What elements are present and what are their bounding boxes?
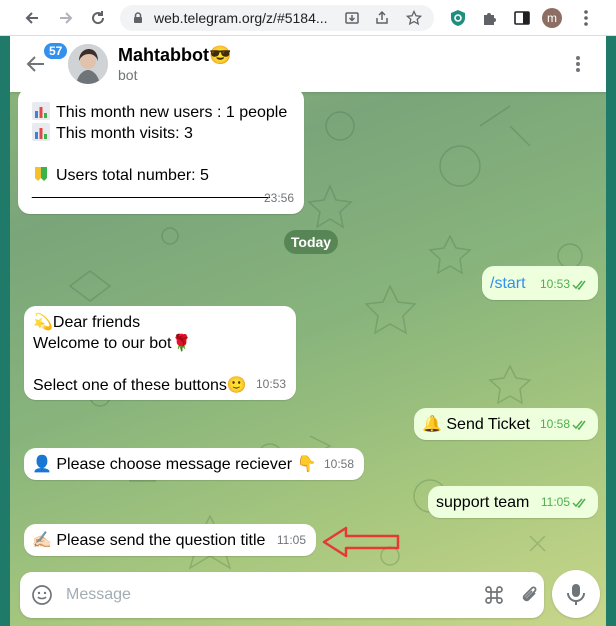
message-bubble-incoming[interactable]: 👤 Please choose message reciever 👇 10:58 <box>24 448 364 480</box>
message-input[interactable] <box>66 584 406 606</box>
message-bubble-outgoing[interactable]: support team 11:05 <box>428 486 598 518</box>
double-check-icon <box>572 280 586 290</box>
unread-badge: 57 <box>42 41 70 61</box>
message-bubble-incoming[interactable]: ✍🏻 Please send the question title 11:05 <box>24 524 316 556</box>
mic-button[interactable] <box>552 570 600 618</box>
message-bubble-incoming[interactable]: This month new users : 1 people This mon… <box>18 88 304 214</box>
message-text: 👤 Please choose message reciever 👇 <box>32 456 317 473</box>
message-time: 11:05 <box>276 533 306 547</box>
message-time: 10:53 <box>255 377 286 391</box>
avatar[interactable]: m <box>542 8 562 28</box>
share-icon[interactable] <box>372 8 392 28</box>
message-time: 11:05 <box>541 492 588 513</box>
double-check-icon <box>572 498 586 508</box>
message-text[interactable]: /start <box>490 273 526 294</box>
message-bubble-outgoing[interactable]: /start 10:53 <box>482 266 598 300</box>
message-text: 💫Dear friends Welcome to our bot🌹 Select… <box>33 314 247 394</box>
telegram-app: 57 Mahtabbot😎 bot This month new users :… <box>10 36 606 626</box>
chat-avatar[interactable] <box>68 44 108 84</box>
chart-icon <box>32 123 50 141</box>
message-text: ✍🏻 Please send the question title <box>32 532 266 549</box>
message-text: 🔔 Send Ticket <box>422 416 530 433</box>
back-arrow-icon[interactable] <box>20 6 44 30</box>
address-bar[interactable]: web.telegram.org/z/#5184... <box>120 5 434 31</box>
star-icon[interactable] <box>404 8 424 28</box>
sidebar-icon[interactable] <box>510 6 534 30</box>
install-icon[interactable] <box>342 8 362 28</box>
chat-title[interactable]: Mahtabbot😎 <box>118 45 231 66</box>
annotation-arrow-icon <box>322 526 400 558</box>
message-time: 10:53 <box>540 274 588 295</box>
attach-icon[interactable] <box>518 583 542 607</box>
browser-toolbar: web.telegram.org/z/#5184... m <box>0 0 616 36</box>
message-time: 10:58 <box>540 414 588 435</box>
reload-icon[interactable] <box>86 6 110 30</box>
message-text: This month new users : 1 people This mon… <box>32 102 288 199</box>
mic-icon <box>567 584 585 605</box>
kebab-menu-icon[interactable] <box>574 6 598 30</box>
message-time: 10:58 <box>323 457 354 471</box>
message-bubble-outgoing[interactable]: 🔔 Send Ticket 10:58 <box>414 408 598 440</box>
extension-icon[interactable] <box>446 6 470 30</box>
chat-status: bot <box>118 67 138 83</box>
puzzle-icon[interactable] <box>478 6 502 30</box>
message-text: support team <box>436 494 530 511</box>
message-bubble-incoming[interactable]: 💫Dear friends Welcome to our bot🌹 Select… <box>24 306 296 400</box>
chart-icon <box>32 102 50 120</box>
forward-arrow-icon[interactable] <box>54 6 78 30</box>
date-divider: Today <box>284 230 338 254</box>
double-check-icon <box>572 420 586 430</box>
command-icon[interactable] <box>482 583 506 607</box>
chat-header: 57 Mahtabbot😎 bot <box>10 36 606 92</box>
lock-icon[interactable] <box>130 10 146 26</box>
url-text[interactable]: web.telegram.org/z/#5184... <box>154 10 328 26</box>
message-composer <box>20 572 544 618</box>
kebab-menu-icon[interactable] <box>566 52 590 76</box>
message-time: 23:56 <box>263 191 294 205</box>
emoji-icon[interactable] <box>30 583 54 607</box>
